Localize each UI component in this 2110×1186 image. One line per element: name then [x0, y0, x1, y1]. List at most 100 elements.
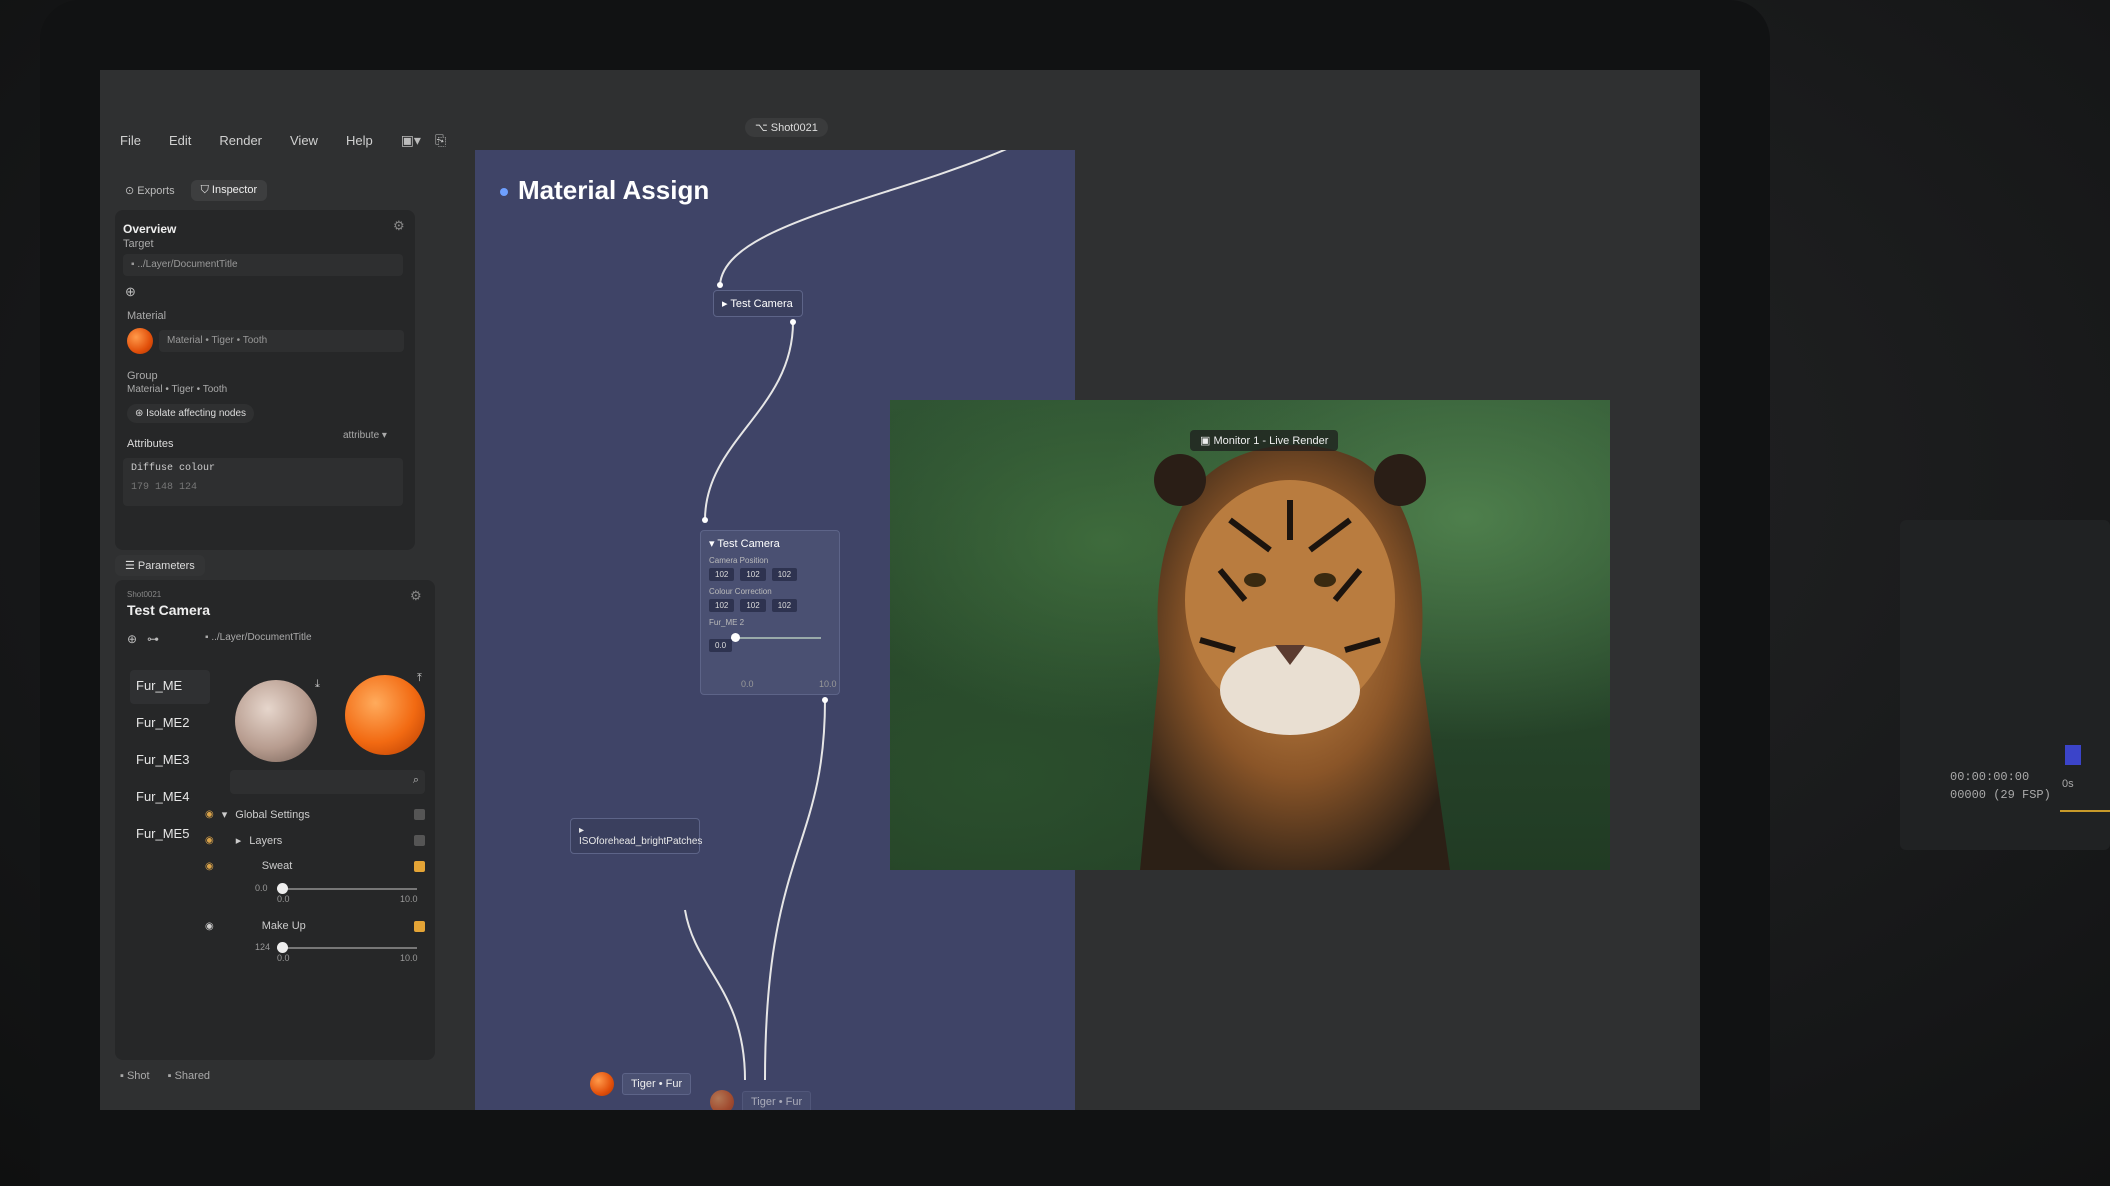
eye-icon[interactable]: ◉ [205, 921, 214, 932]
node-tiger-fur-2[interactable]: Tiger • Fur [710, 1090, 812, 1110]
target-path: ../Layer/DocumentTitle [137, 259, 238, 270]
parameters-panel: ⚙ Shot0021 Test Camera ⊕ ⊶ ▪ ../Layer/Do… [115, 580, 435, 1060]
node-title: ▸ Test Camera [722, 298, 793, 310]
makeup-slider[interactable] [277, 942, 417, 953]
value-field[interactable]: 102 [709, 568, 735, 581]
tab-exports[interactable]: ⊙ Exports [115, 180, 185, 201]
share-icon[interactable]: ⎘ [435, 132, 446, 149]
tiger-fur-label: Tiger • Fur [622, 1073, 692, 1095]
frame-count: 00000 (29 FSP) [1950, 788, 2051, 802]
menu-view[interactable]: View [290, 133, 318, 148]
add-icon[interactable]: ⊕ [127, 632, 137, 646]
tab-inspector[interactable]: ⛉ Inspector [190, 180, 268, 201]
menu-edit[interactable]: Edit [169, 133, 191, 148]
node-test-camera-expanded[interactable]: ▾ Test Camera Camera Position 102 102 10… [700, 530, 840, 695]
seconds-label: 0s [2062, 778, 2074, 790]
fur-item[interactable]: Fur_ME3 [130, 744, 210, 778]
slider-knob[interactable] [277, 883, 288, 894]
node-forehead-patches[interactable]: ▸ ISOforehead_brightPatches [570, 818, 702, 854]
toggle-icon[interactable]: ⊶ [147, 632, 159, 646]
value-field[interactable]: 102 [740, 599, 766, 612]
attribute-field[interactable]: Diffuse colour 179 148 124 [123, 458, 403, 506]
chevron-right-icon[interactable]: ▸ [236, 834, 242, 847]
value-field[interactable]: 102 [740, 568, 766, 581]
checkbox-checked[interactable] [414, 860, 425, 872]
global-settings-label: Global Settings [235, 808, 310, 821]
footer-tab-shared[interactable]: ▪ Shared [168, 1070, 210, 1082]
layout-icon[interactable]: ▣▾ [401, 132, 421, 149]
target-label: Target [123, 238, 154, 250]
material-swatch [590, 1072, 614, 1096]
overview-title: Overview [123, 222, 177, 236]
orange-material-preview[interactable] [345, 675, 425, 755]
material-swatch [710, 1090, 734, 1110]
camera-position-values: 102 102 102 [709, 568, 831, 581]
left-tabs: ⊙ Exports ⛉ Inspector [115, 180, 268, 201]
gear-icon[interactable]: ⚙ [393, 218, 405, 234]
fur-item[interactable]: Fur_ME4 [130, 781, 210, 815]
settings-icon[interactable]: ⚙ [410, 588, 422, 604]
add-icon[interactable]: ⊕ [125, 284, 136, 300]
live-render-viewport[interactable]: ▣ Monitor 1 - Live Render [890, 400, 1610, 870]
isolate-button[interactable]: ⊛ Isolate affecting nodes [127, 404, 255, 423]
fur-me2-row: 0.0 [709, 633, 831, 652]
shot-selector[interactable]: ⌥ Shot0021 [745, 118, 828, 137]
tab-parameters[interactable]: ☰ Parameters [115, 555, 205, 576]
value-field[interactable]: 102 [709, 599, 735, 612]
checkbox-checked[interactable] [414, 920, 425, 932]
eye-icon[interactable]: ◉ [205, 861, 214, 872]
node2-label: Test Camera [717, 538, 780, 550]
tab-exports-label: Exports [137, 185, 175, 197]
tree-row-global-settings[interactable]: ◉ ▾ Global Settings [205, 808, 425, 821]
menu-help[interactable]: Help [346, 133, 373, 148]
eye-icon[interactable]: ◉ [205, 809, 214, 820]
node-test-camera[interactable]: ▸ Test Camera [713, 290, 803, 317]
material-field[interactable]: Material • Tiger • Tooth [159, 330, 404, 352]
eye-icon[interactable]: ◉ [205, 835, 214, 846]
fur-me2-label: Fur_ME 2 [709, 618, 745, 627]
sweat-max: 10.0 [400, 894, 418, 904]
shot-label: Shot0021 [770, 122, 818, 134]
value-field[interactable]: 0.0 [709, 639, 733, 652]
download-icon[interactable]: ⤓ [315, 678, 320, 691]
checkbox[interactable] [414, 835, 425, 846]
checkbox[interactable] [414, 809, 425, 820]
menu-render[interactable]: Render [219, 133, 262, 148]
material-label: Material [127, 310, 167, 322]
monitor-label: ▣ Monitor 1 - Live Render [1190, 430, 1339, 451]
isolate-label: Isolate affecting nodes [146, 408, 247, 419]
tree-row-sweat[interactable]: ◉ Sweat [205, 860, 425, 872]
footer-tab-shot[interactable]: ▪ Shot [120, 1070, 150, 1082]
target-field[interactable]: ▪ ../Layer/DocumentTitle [123, 254, 403, 276]
slider-knob[interactable] [731, 633, 740, 642]
monitor-label-text: Monitor 1 - Live Render [1213, 435, 1329, 447]
sweat-slider[interactable] [277, 883, 417, 894]
tree-row-makeup[interactable]: ◉ Make Up [205, 920, 425, 932]
attr-value: 179 148 124 [131, 482, 198, 493]
menu-file[interactable]: File [120, 133, 141, 148]
sweat-label: Sweat [261, 860, 293, 872]
tree-row-layers[interactable]: ◉ ▸ Layers [205, 834, 425, 847]
node-slider[interactable] [731, 633, 821, 642]
layers-label: Layers [249, 834, 283, 847]
chevron-down-icon[interactable]: ▾ [222, 808, 228, 821]
makeup-min: 0.0 [277, 953, 290, 963]
fur-item[interactable]: Fur_ME2 [130, 707, 210, 741]
fur-item[interactable]: Fur_ME [130, 670, 210, 704]
params-title: Test Camera [127, 602, 211, 618]
attribute-dropdown[interactable]: attribute ▾ [343, 430, 387, 441]
value-field[interactable]: 102 [771, 599, 798, 612]
upload-icon[interactable]: ⤒ [417, 672, 422, 685]
search-icon[interactable]: ⌕ [413, 774, 419, 787]
fur-item[interactable]: Fur_ME5 [130, 818, 210, 852]
node-tiger-fur[interactable]: Tiger • Fur [590, 1072, 692, 1096]
fur-material-preview[interactable] [235, 680, 317, 762]
material-swatch[interactable] [127, 328, 153, 354]
tiger-fur-label-2: Tiger • Fur [742, 1091, 812, 1110]
colour-correction-values: 102 102 102 [709, 599, 831, 612]
slider-knob[interactable] [277, 942, 288, 953]
value-field[interactable]: 102 [771, 568, 798, 581]
group-label: Group [127, 370, 158, 382]
search-input[interactable]: ⌕ [230, 770, 425, 794]
footer-tabs: ▪ Shot ▪ Shared [120, 1070, 210, 1082]
